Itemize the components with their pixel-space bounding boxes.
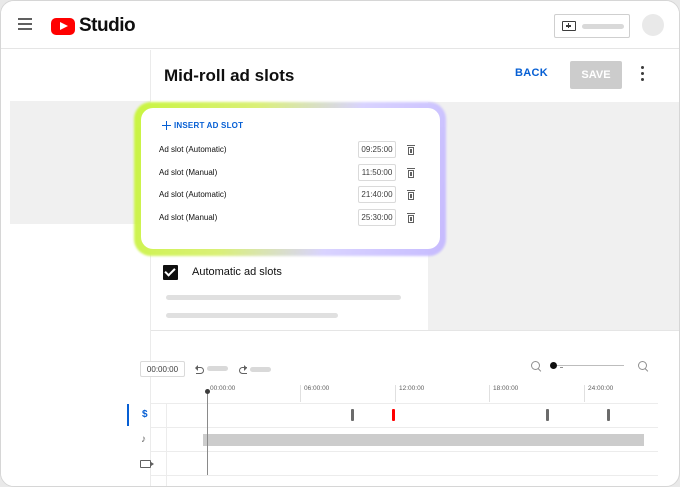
- redo-icon[interactable]: [237, 365, 247, 374]
- automatic-ad-slots-label: Automatic ad slots: [192, 266, 282, 278]
- ad-slot-time-input[interactable]: 09:25:00: [358, 141, 396, 158]
- text-placeholder: [166, 295, 401, 300]
- page-header: Mid-roll ad slots BACK SAVE: [151, 50, 679, 102]
- create-button[interactable]: [554, 14, 630, 38]
- zoom-slider[interactable]: [552, 365, 624, 366]
- ruler-label: 24:00:00: [588, 385, 614, 392]
- top-bar: Studio: [1, 1, 679, 49]
- ad-slots-card: INSERT AD SLOT Ad slot (Automatic) 09:25…: [141, 108, 440, 249]
- ad-slot-row: Ad slot (Manual) 25:30:00: [159, 209, 421, 227]
- ad-slot-marker-selected[interactable]: [392, 409, 395, 421]
- save-button[interactable]: SAVE: [570, 61, 622, 89]
- trash-icon[interactable]: [407, 144, 415, 155]
- ads-track: [151, 403, 658, 427]
- back-button[interactable]: BACK: [515, 67, 548, 79]
- ruler-tick: [584, 385, 585, 402]
- ad-slot-row: Ad slot (Manual) 11:50:00: [159, 164, 421, 182]
- ruler-label: 18:00:00: [493, 385, 519, 392]
- ad-slot-marker[interactable]: [546, 409, 549, 421]
- video-icon[interactable]: [140, 460, 154, 468]
- dollar-icon[interactable]: $: [142, 409, 148, 420]
- create-label-placeholder: [582, 23, 624, 29]
- ad-slot-label: Ad slot (Automatic): [159, 145, 227, 154]
- ad-slot-marker[interactable]: [607, 409, 610, 421]
- active-track-indicator: [127, 404, 129, 426]
- redo-label-placeholder: [250, 367, 271, 372]
- track-header-divider: [166, 403, 167, 486]
- ad-slot-time-input[interactable]: 21:40:00: [358, 186, 396, 203]
- playhead[interactable]: [207, 391, 208, 475]
- ad-slot-time-input[interactable]: 11:50:00: [358, 164, 396, 181]
- music-note-icon[interactable]: ♪: [141, 434, 146, 445]
- ad-slot-row: Ad slot (Automatic) 21:40:00: [159, 186, 421, 204]
- text-placeholder: [166, 313, 338, 318]
- more-options-icon[interactable]: [639, 66, 645, 84]
- zoom-slider-mark: [560, 367, 563, 368]
- undo-label-placeholder: [207, 366, 228, 371]
- video-track: [151, 451, 658, 475]
- ad-slot-row: Ad slot (Automatic) 09:25:00: [159, 141, 421, 159]
- trash-icon[interactable]: [407, 189, 415, 200]
- studio-logo[interactable]: Studio: [51, 15, 136, 37]
- ad-slot-label: Ad slot (Manual): [159, 168, 218, 177]
- automatic-ad-slots-checkbox[interactable]: [163, 265, 178, 280]
- create-video-icon: [562, 21, 576, 31]
- ruler-tick: [300, 385, 301, 402]
- youtube-logo-icon: [51, 17, 75, 35]
- divider: [151, 330, 679, 331]
- ad-slot-time-input[interactable]: 25:30:00: [358, 209, 396, 226]
- ruler-label: 06:00:00: [304, 385, 330, 392]
- audio-clip[interactable]: [203, 434, 644, 446]
- avatar[interactable]: [642, 14, 664, 36]
- trash-icon[interactable]: [407, 212, 415, 223]
- ruler-tick: [489, 385, 490, 402]
- insert-ad-slot-label: INSERT AD SLOT: [174, 121, 244, 130]
- ruler-label: 00:00:00: [210, 385, 236, 392]
- sidebar-placeholder-block: [10, 101, 151, 224]
- zoom-in-icon[interactable]: [638, 361, 648, 371]
- page-title: Mid-roll ad slots: [164, 66, 295, 85]
- insert-ad-slot-button[interactable]: INSERT AD SLOT: [162, 121, 243, 130]
- logo-text: Studio: [79, 15, 136, 36]
- plus-icon: [162, 121, 171, 130]
- menu-icon[interactable]: [18, 18, 32, 30]
- ad-slot-marker[interactable]: [351, 409, 354, 421]
- ruler-label: 12:00:00: [399, 385, 425, 392]
- trash-icon[interactable]: [407, 167, 415, 178]
- ruler-tick: [395, 385, 396, 402]
- studio-window: Studio Mid-roll ad slots BACK SAVE INSER…: [0, 0, 680, 487]
- zoom-slider-handle[interactable]: [550, 362, 557, 369]
- ad-slot-label: Ad slot (Manual): [159, 213, 218, 222]
- divider: [151, 475, 658, 476]
- undo-icon[interactable]: [195, 365, 205, 374]
- playhead-handle[interactable]: [205, 389, 210, 394]
- current-time-input[interactable]: 00:00:00: [140, 361, 185, 377]
- ad-slot-label: Ad slot (Automatic): [159, 190, 227, 199]
- zoom-out-icon[interactable]: [531, 361, 541, 371]
